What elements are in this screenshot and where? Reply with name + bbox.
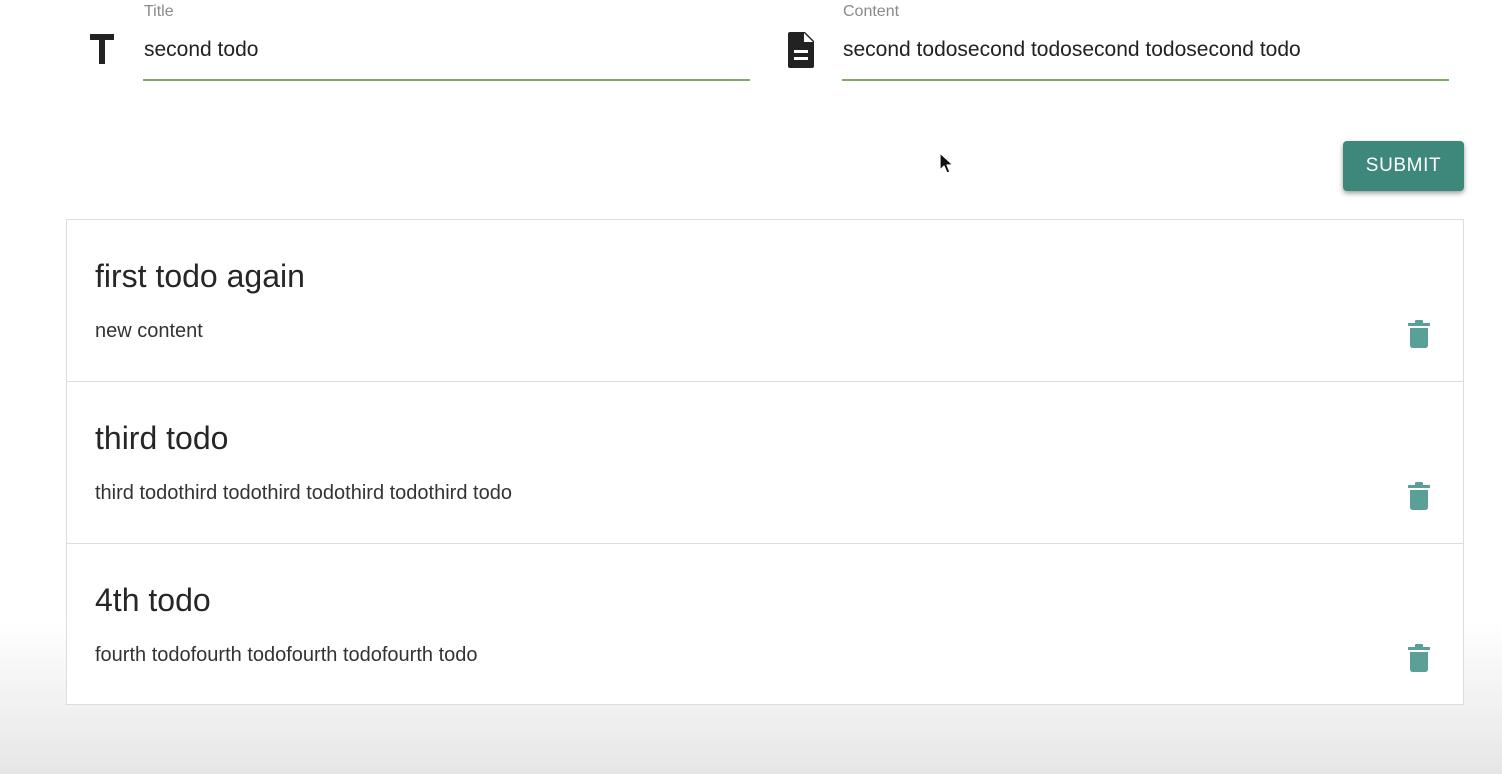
trash-icon xyxy=(1408,482,1430,510)
title-icon xyxy=(90,34,114,64)
todo-item: third todo third todothird todothird tod… xyxy=(67,382,1463,544)
description-icon xyxy=(788,32,814,68)
todo-list: first todo again new content third todo … xyxy=(66,219,1464,705)
todo-title: 4th todo xyxy=(95,582,211,618)
content-input[interactable] xyxy=(842,30,1449,70)
delete-todo-button[interactable] xyxy=(1401,316,1437,352)
cursor-arrow-icon xyxy=(939,152,954,174)
title-field-underline xyxy=(143,79,750,81)
todo-item: first todo again new content xyxy=(67,220,1463,382)
todo-content: new content xyxy=(95,320,203,342)
content-field-underline xyxy=(842,79,1449,81)
title-field-label: Title xyxy=(144,3,174,20)
content-field-label: Content xyxy=(843,3,900,20)
todo-title: first todo again xyxy=(95,258,305,294)
title-input[interactable] xyxy=(143,30,750,70)
trash-icon xyxy=(1408,644,1430,672)
todo-item: 4th todo fourth todofourth todofourth to… xyxy=(67,544,1463,706)
todo-content: third todothird todothird todothird todo… xyxy=(95,482,512,504)
content-field[interactable]: Content xyxy=(842,0,1449,84)
title-field[interactable]: Title xyxy=(143,0,750,84)
submit-button[interactable]: SUBMIT xyxy=(1343,141,1464,191)
delete-todo-button[interactable] xyxy=(1401,640,1437,676)
todo-content: fourth todofourth todofourth todofourth … xyxy=(95,644,478,666)
trash-icon xyxy=(1408,320,1430,348)
todo-title: third todo xyxy=(95,420,229,456)
delete-todo-button[interactable] xyxy=(1401,478,1437,514)
